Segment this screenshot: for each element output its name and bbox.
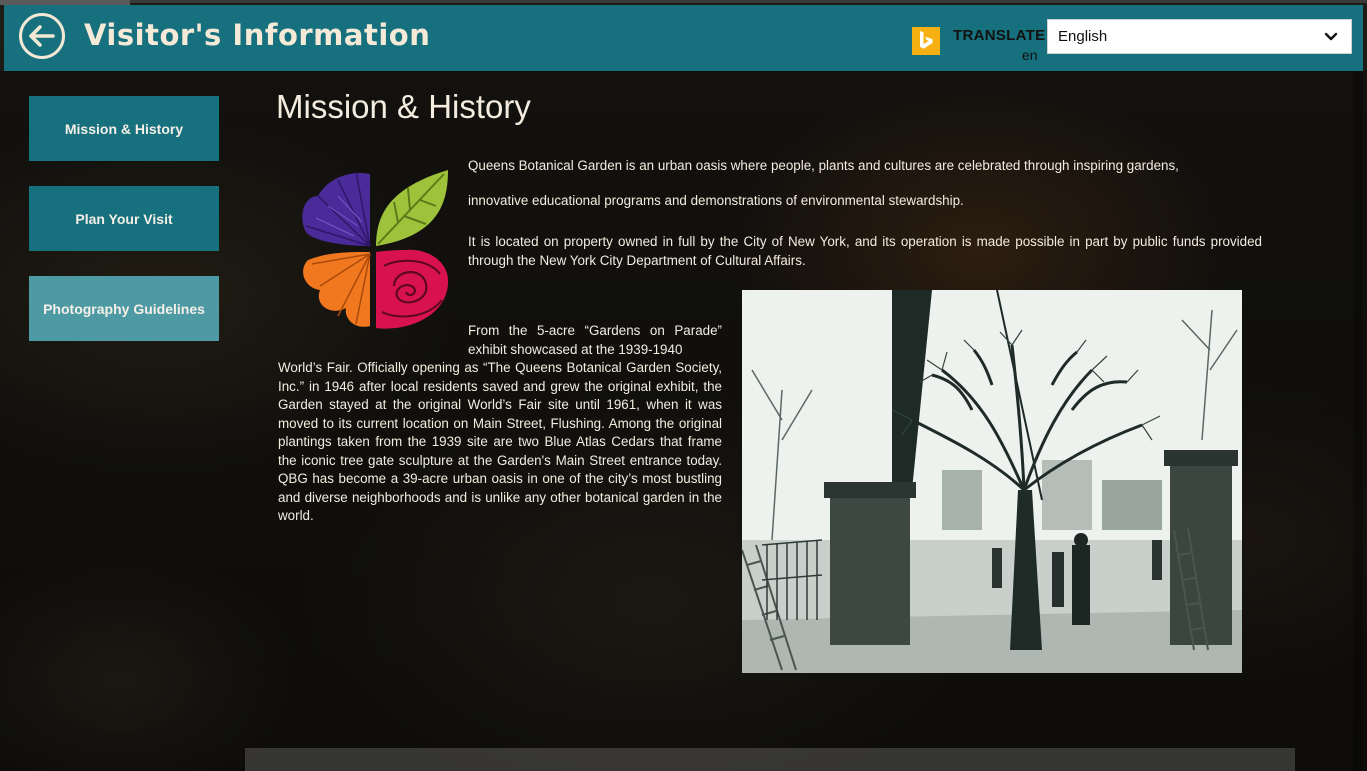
content-heading: Mission & History (276, 88, 531, 125)
language-select-value: English (1058, 28, 1108, 45)
horizontal-scrollbar[interactable] (245, 748, 1295, 771)
page-title: Visitor's Information (84, 18, 431, 52)
back-arrow-icon (29, 25, 55, 47)
mission-paragraph-1: Queens Botanical Garden is an urban oasi… (468, 158, 1179, 173)
window-top-line (130, 0, 1367, 3)
sidebar-item-plan-your-visit[interactable]: Plan Your Visit (29, 186, 219, 251)
history-paragraph-intro: From the 5-acre “Gardens on Parade” exhi… (468, 323, 722, 357)
chevron-down-icon (1324, 32, 1338, 41)
translate-label: TRANSLATE (953, 27, 1046, 44)
tree-gate-photo (742, 290, 1242, 673)
sidebar-item-label: Mission & History (64, 120, 184, 137)
mission-paragraph-2: It is located on property owned in full … (468, 234, 1262, 268)
sidebar-item-label: Plan Your Visit (75, 210, 173, 227)
language-code: en (1022, 47, 1038, 63)
history-paragraph: World’s Fair. Officially opening as “The… (278, 360, 722, 523)
sidebar-item-mission-history[interactable]: Mission & History (29, 96, 219, 161)
back-button[interactable] (19, 13, 65, 59)
sidebar-item-photography-guidelines[interactable]: Photography Guidelines (29, 276, 219, 341)
bing-icon (912, 27, 940, 55)
queens-botanical-garden-logo (302, 170, 449, 329)
right-edge-bar (1353, 71, 1363, 771)
language-select[interactable]: English (1047, 19, 1352, 54)
sidebar-item-label: Photography Guidelines (43, 300, 205, 317)
app-header: Visitor's Information TRANSLATE en Engli… (4, 5, 1363, 71)
mission-paragraph-1b: innovative educational programs and demo… (468, 193, 964, 208)
